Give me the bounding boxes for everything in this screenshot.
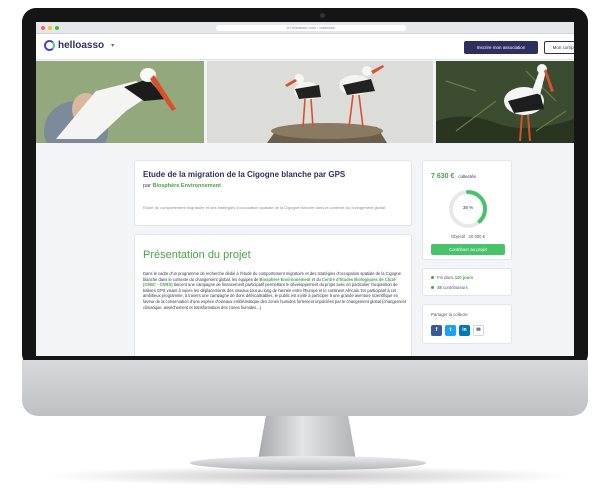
minimize-window-dot[interactable] [48, 26, 52, 30]
stage: fr.helloasso.com / collectes helloasso ▾… [0, 0, 608, 494]
monitor-chin [22, 360, 588, 416]
days-prefix: Fin dans [437, 275, 454, 280]
register-association-button[interactable]: Inscrire mon association [464, 41, 538, 54]
logo-text: helloasso [58, 40, 105, 51]
project-header-card: Etude de la migration de la Cigogne blan… [134, 160, 412, 226]
presentation-title: Présentation du projet [143, 249, 251, 261]
share-label: Partager la collecte [431, 312, 468, 317]
my-account-button[interactable]: Mon compte [544, 41, 574, 54]
site-header: helloasso ▾ Inscrire mon association Mon… [36, 34, 574, 60]
presentation-text-3: lancent une campagne de financement part… [143, 282, 407, 310]
days-left: Fin dans 110 jours [431, 275, 473, 280]
facebook-share-icon[interactable]: f [431, 325, 442, 336]
contributors-count: 38 contributeurs [431, 285, 468, 290]
browser-chrome: fr.helloasso.com / collectes [36, 22, 574, 34]
organizer-prefix: par [143, 183, 151, 189]
project-title: Etude de la migration de la Cigogne blan… [143, 170, 346, 179]
amount-suffix: collectés [458, 174, 476, 179]
hero-photo-stork-held [36, 61, 204, 143]
contributors-suffix: contributeurs [442, 285, 468, 290]
days-value: 110 jours [454, 275, 474, 280]
monitor-stand-neck [258, 416, 356, 460]
project-description: Etude du comportement migratoire et des … [143, 205, 386, 210]
funding-objective: Objectif : 20 000 € [451, 234, 485, 239]
close-window-dot[interactable] [41, 26, 45, 30]
monitor-camera [320, 13, 325, 18]
project-organizer: par Biosphère Environnement [143, 183, 221, 189]
hero-gallery [36, 61, 574, 143]
twitter-share-icon[interactable]: t [445, 325, 456, 336]
linkedin-share-icon[interactable]: in [459, 325, 470, 336]
monitor-screen: fr.helloasso.com / collectes helloasso ▾… [36, 22, 574, 356]
helloasso-logo[interactable]: helloasso ▾ [44, 40, 114, 51]
logo-ring-icon [44, 40, 55, 51]
hero-photo-stork-nest [207, 61, 433, 143]
amount-value: 7 630 € [431, 173, 455, 180]
window-controls [41, 26, 59, 30]
presentation-text-2: et du [311, 276, 321, 282]
progress-percent: 38 % [462, 205, 474, 210]
contribute-button[interactable]: Contribuer au projet [431, 244, 505, 255]
people-icon [431, 286, 434, 290]
presentation-body: Dans le cadre d'un programme de recherch… [143, 271, 407, 310]
email-share-icon[interactable]: ✉ [473, 325, 484, 336]
hero-photo-stork-standing [436, 61, 574, 143]
stats-card: Fin dans 110 jours 38 contributeurs [422, 268, 512, 296]
address-bar[interactable]: fr.helloasso.com / collectes [216, 25, 406, 31]
organizer-link[interactable]: Biosphère Environnement [152, 183, 220, 189]
share-card: Partager la collecte f t in ✉ [422, 304, 512, 344]
maximize-window-dot[interactable] [55, 26, 59, 30]
collected-amount: 7 630 € collectés [431, 173, 476, 180]
funding-card: 7 630 € collectés 38 % Objectif : 20 000… [422, 160, 512, 260]
clock-icon [431, 276, 434, 280]
contributors-value: 38 [437, 285, 442, 290]
org-link-biosphere[interactable]: Biosphère Environnement [260, 277, 311, 282]
monitor-stand-base [190, 456, 426, 470]
chevron-down-icon[interactable]: ▾ [111, 42, 114, 49]
presentation-card: Présentation du projet Dans le cadre d'u… [134, 234, 412, 356]
